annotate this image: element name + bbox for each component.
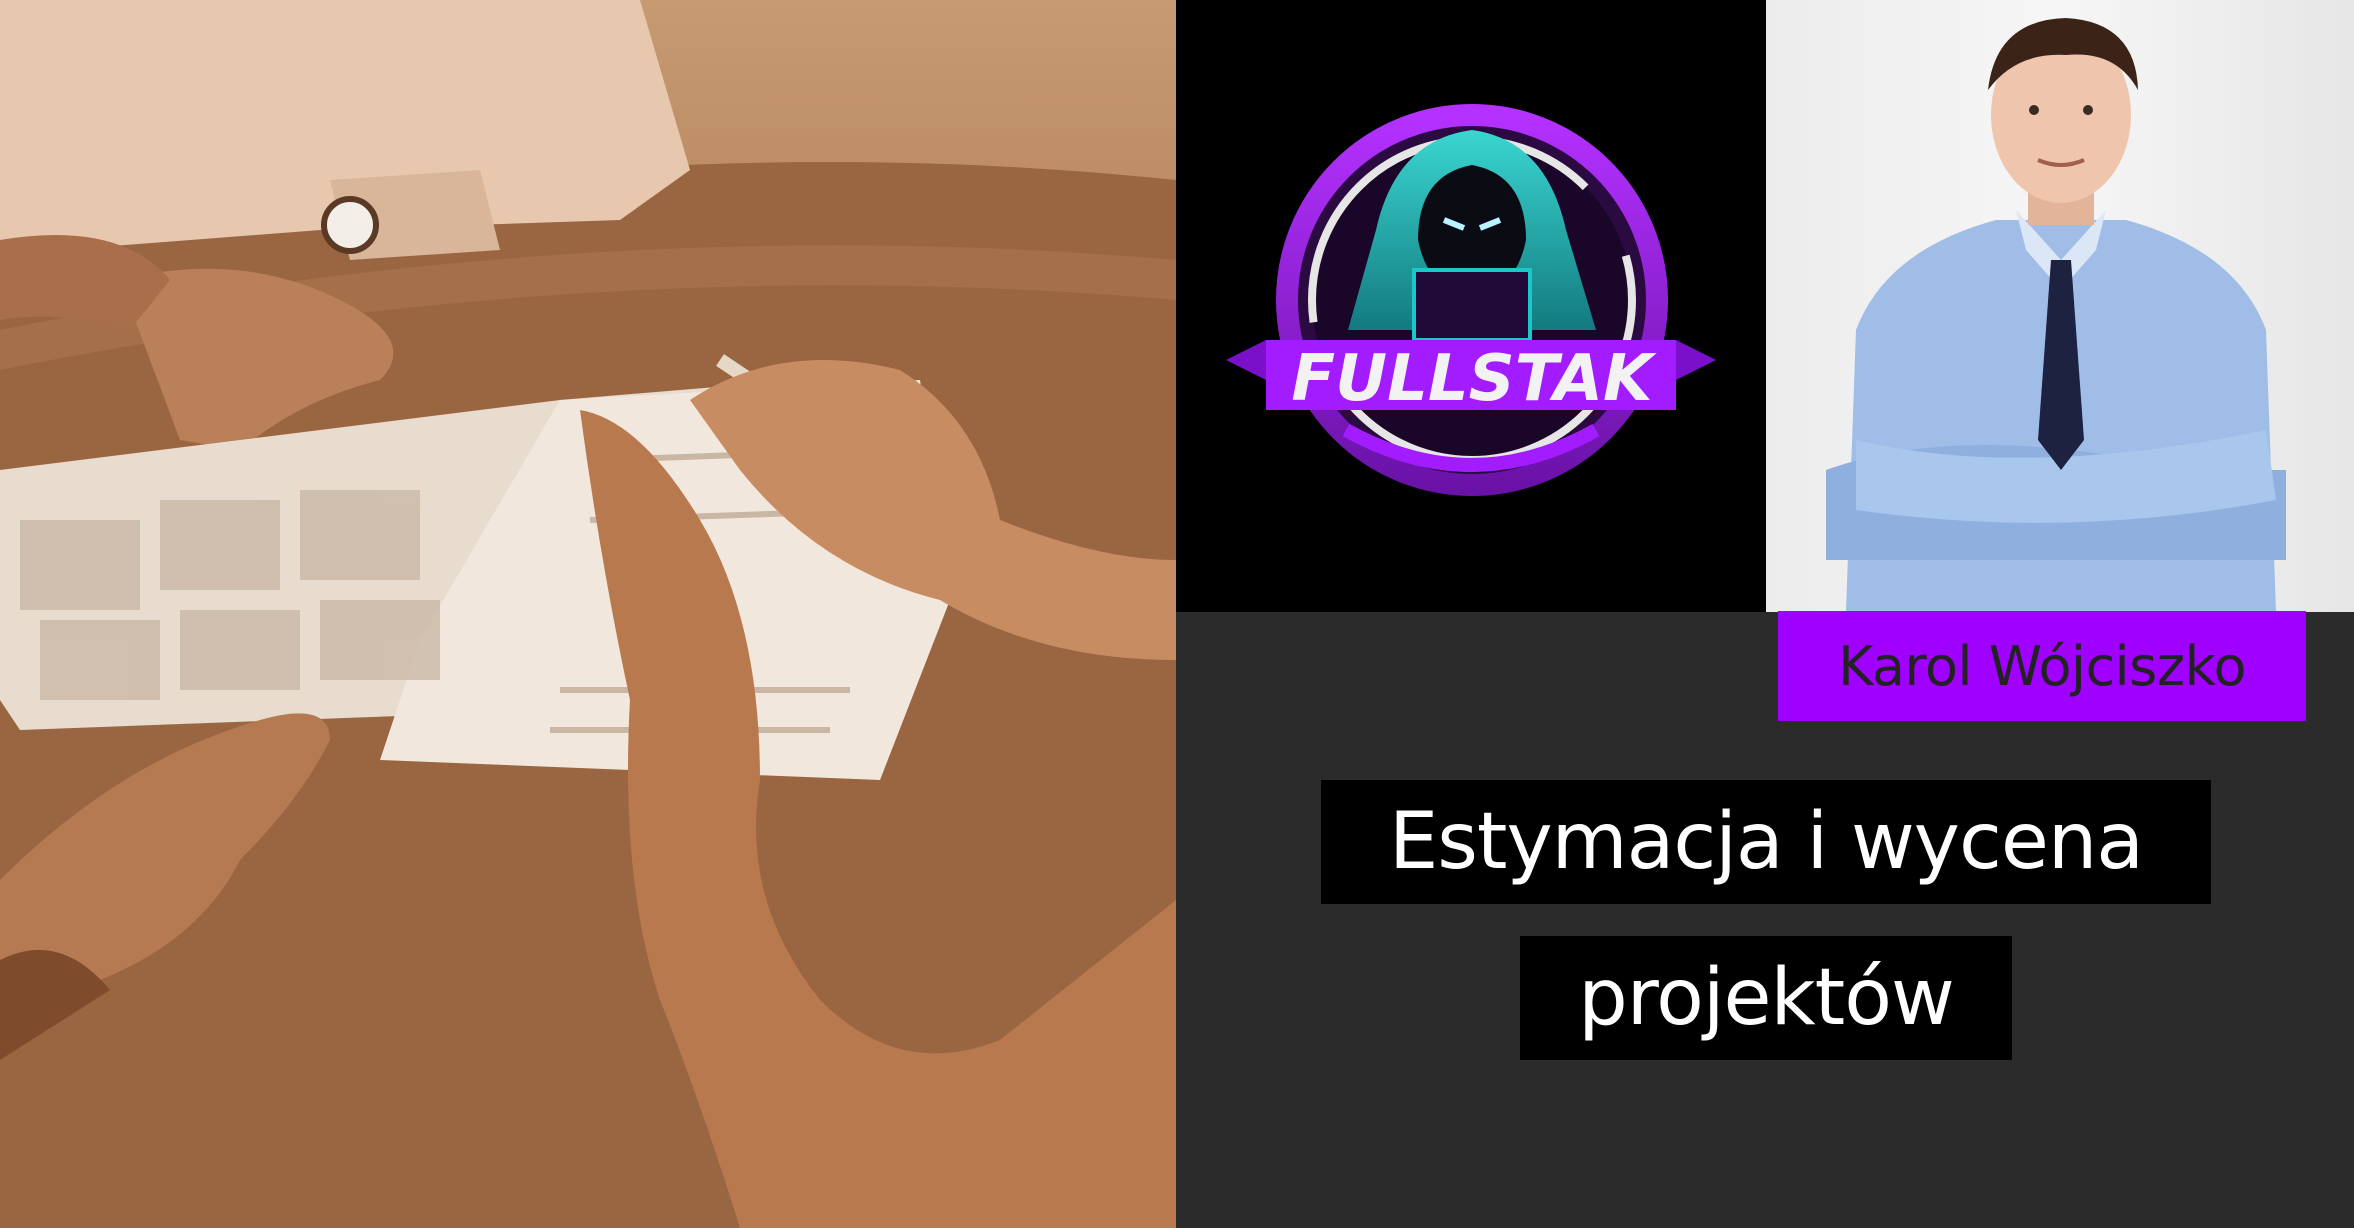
fullstak-logo: FULLSTAK	[1176, 0, 1766, 612]
speaker-name: Karol Wójciszko	[1837, 634, 2247, 698]
meeting-photo	[0, 0, 1176, 1228]
speaker-photo	[1766, 0, 2354, 612]
title-line-2: projektów	[1520, 936, 2012, 1060]
title-line-1: Estymacja i wycena	[1321, 780, 2211, 904]
logo-wordmark: FULLSTAK	[1291, 342, 1657, 416]
speaker-name-badge: Karol Wójciszko	[1778, 611, 2306, 721]
title-text-1: Estymacja i wycena	[1388, 797, 2144, 887]
title-text-2: projektów	[1578, 953, 1955, 1043]
